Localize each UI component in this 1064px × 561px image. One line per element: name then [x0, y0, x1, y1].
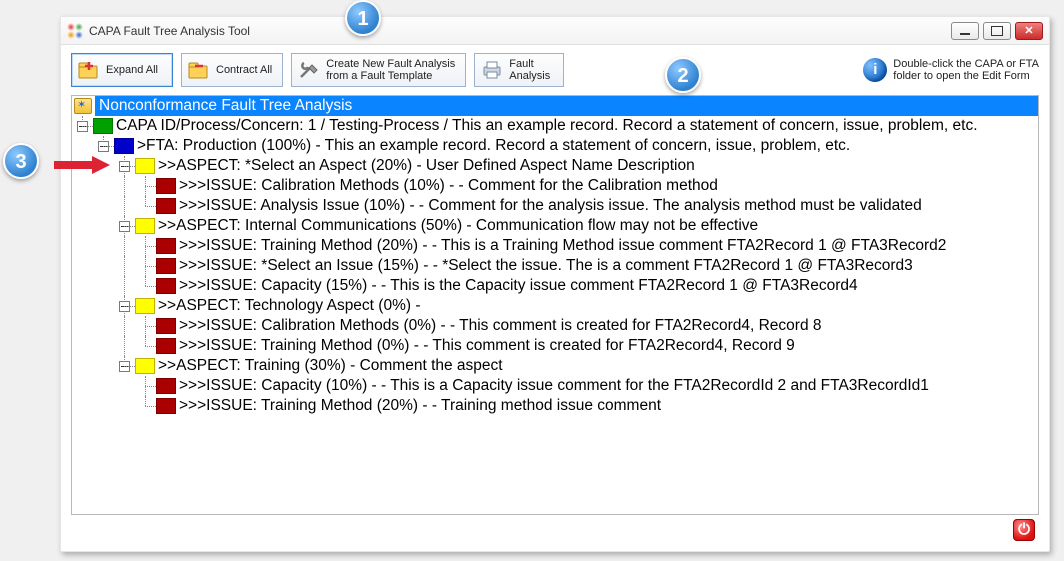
window-title: CAPA Fault Tree Analysis Tool	[89, 24, 250, 38]
callout-2: 2	[665, 57, 701, 93]
expand-all-icon	[78, 60, 100, 80]
window-controls: ✕	[951, 22, 1043, 40]
minimize-button[interactable]	[951, 22, 979, 40]
collapse-toggle[interactable]	[119, 161, 130, 172]
root-folder-icon	[74, 98, 92, 114]
tree-node-fta[interactable]: >FTA: Production (100%) - This an exampl…	[72, 136, 1038, 156]
fault-analysis-button[interactable]: FaultAnalysis	[474, 53, 564, 87]
collapse-toggle[interactable]	[119, 301, 130, 312]
tree-node-aspect[interactable]: >>ASPECT: Internal Communications (50%) …	[72, 216, 1038, 236]
issue-folder-icon[interactable]	[156, 338, 176, 354]
tree-node-issue[interactable]: >>>ISSUE: Analysis Issue (10%) - - Comme…	[72, 196, 1038, 216]
issue-folder-icon[interactable]	[156, 198, 176, 214]
tree-node-label: >>>ISSUE: *Select an Issue (15%) - - *Se…	[179, 257, 913, 275]
issue-folder-icon[interactable]	[156, 178, 176, 194]
create-fault-template-label: Create New Fault Analysisfrom a Fault Te…	[326, 58, 455, 82]
expand-all-button[interactable]: Expand All	[71, 53, 173, 87]
tree-node-issue[interactable]: >>>ISSUE: Training Method (20%) - - This…	[72, 236, 1038, 256]
tree-node-issue[interactable]: >>>ISSUE: *Select an Issue (15%) - - *Se…	[72, 256, 1038, 276]
app-window: CAPA Fault Tree Analysis Tool ✕ Expand A…	[60, 16, 1050, 552]
create-fault-template-button[interactable]: Create New Fault Analysisfrom a Fault Te…	[291, 53, 466, 87]
callout-1: 1	[345, 0, 381, 36]
tree-node-issue[interactable]: >>>ISSUE: Training Method (0%) - - This …	[72, 336, 1038, 356]
tree-node-label: >>>ISSUE: Analysis Issue (10%) - - Comme…	[179, 197, 922, 215]
tree-node-issue[interactable]: >>>ISSUE: Capacity (15%) - - This is the…	[72, 276, 1038, 296]
tree-node-label: >>ASPECT: Technology Aspect (0%) -	[158, 297, 421, 315]
tree-node-label: >>>ISSUE: Calibration Methods (10%) - - …	[179, 177, 718, 195]
contract-all-button[interactable]: Contract All	[181, 53, 283, 87]
tree-node-issue[interactable]: >>>ISSUE: Calibration Methods (10%) - - …	[72, 176, 1038, 196]
info-icon: i	[863, 58, 887, 82]
issue-folder-icon[interactable]	[156, 318, 176, 334]
issue-folder-icon[interactable]	[156, 238, 176, 254]
capa-folder-icon[interactable]	[93, 118, 113, 134]
callout-arrow-3	[52, 154, 112, 176]
issue-folder-icon[interactable]	[156, 398, 176, 414]
issue-folder-icon[interactable]	[156, 378, 176, 394]
collapse-toggle[interactable]	[119, 361, 130, 372]
app-icon	[67, 23, 83, 39]
tree-node-issue[interactable]: >>>ISSUE: Capacity (10%) - - This is a C…	[72, 376, 1038, 396]
power-button[interactable]: ⏻	[1013, 519, 1035, 541]
collapse-toggle[interactable]	[98, 141, 109, 152]
info-hint: i Double-click the CAPA or FTAfolder to …	[863, 58, 1039, 82]
tree-node-label: CAPA ID/Process/Concern: 1 / Testing-Pro…	[116, 117, 978, 135]
maximize-button[interactable]	[983, 22, 1011, 40]
aspect-folder-icon[interactable]	[135, 158, 155, 174]
tree-node-label: >>ASPECT: *Select an Aspect (20%) - User…	[158, 157, 695, 175]
tree-node-label: >>>ISSUE: Capacity (10%) - - This is a C…	[179, 377, 929, 395]
titlebar: CAPA Fault Tree Analysis Tool ✕	[61, 17, 1049, 45]
collapse-toggle[interactable]	[119, 221, 130, 232]
toolbar: Expand All Contract All Create New Fault…	[61, 45, 1049, 95]
tree-node-label: >>>ISSUE: Training Method (20%) - - This…	[179, 237, 946, 255]
tree-node-issue[interactable]: >>>ISSUE: Training Method (20%) - - Trai…	[72, 396, 1038, 416]
tree-node-label: >FTA: Production (100%) - This an exampl…	[137, 137, 850, 155]
tools-icon	[298, 60, 320, 80]
fault-analysis-label: FaultAnalysis	[509, 58, 550, 82]
contract-all-label: Contract All	[216, 64, 272, 76]
tree-node-capa[interactable]: CAPA ID/Process/Concern: 1 / Testing-Pro…	[72, 116, 1038, 136]
tree-node-label: >>>ISSUE: Training Method (20%) - - Trai…	[179, 397, 661, 415]
tree-node-issue[interactable]: >>>ISSUE: Calibration Methods (0%) - - T…	[72, 316, 1038, 336]
close-button[interactable]: ✕	[1015, 22, 1043, 40]
aspect-folder-icon[interactable]	[135, 298, 155, 314]
issue-folder-icon[interactable]	[156, 258, 176, 274]
tree-node-aspect[interactable]: >>ASPECT: Technology Aspect (0%) -	[72, 296, 1038, 316]
fta-folder-icon[interactable]	[114, 138, 134, 154]
tree-node-label: >>>ISSUE: Calibration Methods (0%) - - T…	[179, 317, 822, 335]
aspect-folder-icon[interactable]	[135, 218, 155, 234]
aspect-folder-icon[interactable]	[135, 358, 155, 374]
tree-node-aspect[interactable]: >>ASPECT: *Select an Aspect (20%) - User…	[72, 156, 1038, 176]
collapse-toggle[interactable]	[77, 121, 88, 132]
tree-node-aspect[interactable]: >>ASPECT: Training (30%) - Comment the a…	[72, 356, 1038, 376]
expand-all-label: Expand All	[106, 64, 158, 76]
tree-node-label: >>ASPECT: Training (30%) - Comment the a…	[158, 357, 503, 375]
issue-folder-icon[interactable]	[156, 278, 176, 294]
contract-all-icon	[188, 60, 210, 80]
tree-view[interactable]: Nonconformance Fault Tree Analysis CAPA …	[71, 95, 1039, 515]
printer-icon	[481, 60, 503, 80]
callout-3: 3	[3, 143, 39, 179]
tree-node-label: >>>ISSUE: Training Method (0%) - - This …	[179, 337, 795, 355]
tree-node-label: >>ASPECT: Internal Communications (50%) …	[158, 217, 758, 235]
root-label: Nonconformance Fault Tree Analysis	[95, 96, 1038, 116]
tree-root[interactable]: Nonconformance Fault Tree Analysis	[72, 96, 1038, 116]
tree-node-label: >>>ISSUE: Capacity (15%) - - This is the…	[179, 277, 858, 295]
